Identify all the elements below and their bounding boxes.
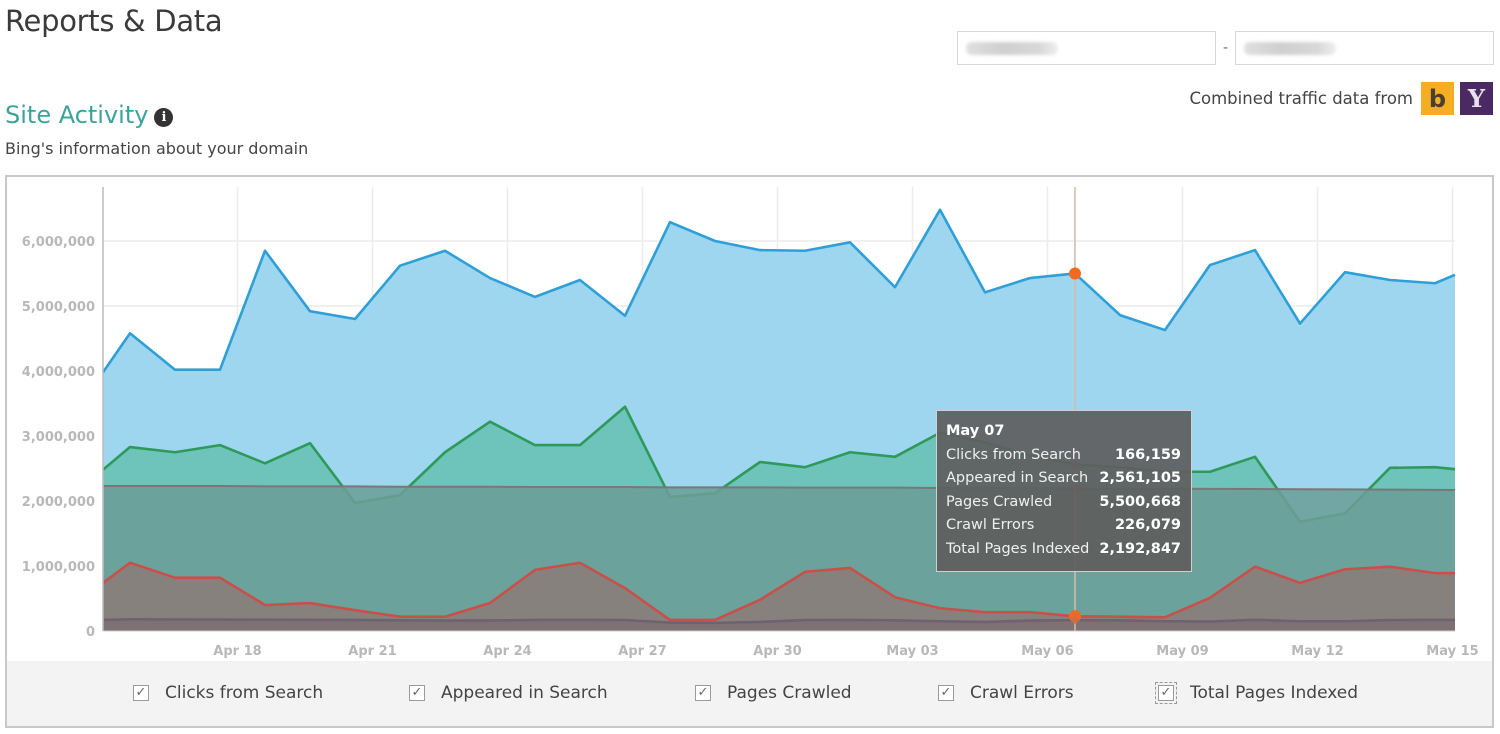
- y-tick-label: 4,000,000: [22, 365, 95, 380]
- legend-clicks-from-search[interactable]: ✓ Clicks from Search: [133, 683, 323, 703]
- x-tick-label: May 03: [886, 644, 938, 659]
- tooltip-value: 5,500,668: [1099, 493, 1181, 510]
- section-title-text: Site Activity: [5, 101, 149, 129]
- tooltip-label: Appeared in Search: [946, 470, 1089, 487]
- section-title: Site Activity i: [5, 101, 174, 129]
- redacted-date-to: [1244, 42, 1336, 55]
- x-tick-label: Apr 18: [213, 644, 261, 659]
- y-tick-label: 2,000,000: [22, 495, 95, 510]
- date-from-input[interactable]: [957, 31, 1216, 65]
- y-tick-label: 1,000,000: [22, 560, 95, 575]
- tooltip-row: Clicks from Search 166,159: [946, 443, 1181, 467]
- tooltip-row: Crawl Errors 226,079: [946, 514, 1181, 538]
- tooltip-label: Pages Crawled: [946, 493, 1053, 510]
- hover-marker: [1071, 616, 1079, 625]
- traffic-source-label: Combined traffic data from: [1189, 89, 1413, 108]
- y-tick-label: 3,000,000: [22, 430, 95, 445]
- site-activity-chart: 0 1,000,000 2,000,000 3,000,000 4,000,000 5,0…: [5, 175, 1494, 728]
- y-tick-label: 6,000,000: [22, 235, 95, 250]
- legend-label: Appeared in Search: [441, 683, 608, 703]
- bing-logo-icon: b: [1421, 82, 1454, 115]
- legend-pages-crawled[interactable]: ✓ Pages Crawled: [695, 683, 852, 703]
- chart-canvas[interactable]: 0 1,000,000 2,000,000 3,000,000 4,000,000 5,0…: [7, 177, 1492, 663]
- x-tick-label: Apr 24: [483, 644, 531, 659]
- date-to-input[interactable]: [1235, 31, 1494, 65]
- tooltip-value: 226,079: [1114, 517, 1181, 534]
- redacted-date-from: [966, 42, 1058, 55]
- legend-appeared-in-search[interactable]: ✓ Appeared in Search: [409, 683, 608, 703]
- checkbox-icon[interactable]: ✓: [695, 685, 711, 701]
- info-icon[interactable]: i: [154, 107, 174, 127]
- legend-label: Pages Crawled: [727, 683, 852, 703]
- legend-label: Crawl Errors: [970, 683, 1074, 703]
- tooltip-value: 2,561,105: [1099, 470, 1181, 487]
- checkbox-icon[interactable]: ✓: [938, 685, 954, 701]
- tooltip-row: Pages Crawled 5,500,668: [946, 490, 1181, 514]
- x-tick-label: May 06: [1021, 644, 1073, 659]
- tooltip-row: Appeared in Search 2,561,105: [946, 467, 1181, 491]
- legend-label: Total Pages Indexed: [1190, 683, 1359, 703]
- tooltip-row: Total Pages Indexed 2,192,847: [946, 537, 1181, 561]
- legend-label: Clicks from Search: [165, 683, 324, 703]
- yahoo-logo-icon: Y: [1460, 82, 1493, 115]
- chart-tooltip: May 07 Clicks from Search 166,159 Appeare…: [936, 410, 1192, 572]
- x-tick-label: Apr 21: [348, 644, 396, 659]
- tooltip-value: 2,192,847: [1099, 540, 1181, 557]
- x-tick-label: Apr 27: [618, 644, 666, 659]
- x-tick-label: May 15: [1426, 644, 1478, 659]
- tooltip-date: May 07: [946, 423, 1005, 439]
- x-tick-label: May 12: [1291, 644, 1343, 659]
- page-title: Reports & Data: [5, 4, 223, 38]
- tooltip-value: 166,159: [1114, 446, 1181, 463]
- date-separator: -: [1222, 40, 1229, 56]
- legend-total-pages-indexed[interactable]: ✓ Total Pages Indexed: [1155, 682, 1359, 704]
- y-tick-label: 0: [86, 625, 95, 640]
- y-tick-label: 5,000,000: [22, 300, 95, 315]
- legend-crawl-errors[interactable]: ✓ Crawl Errors: [938, 683, 1074, 703]
- checkbox-icon[interactable]: ✓: [1155, 682, 1177, 704]
- tooltip-label: Total Pages Indexed: [946, 540, 1090, 557]
- hover-marker: [1069, 267, 1081, 280]
- tooltip-label: Clicks from Search: [946, 446, 1081, 463]
- checkbox-icon[interactable]: ✓: [133, 685, 149, 701]
- x-tick-label: May 09: [1156, 644, 1208, 659]
- tooltip-label: Crawl Errors: [946, 517, 1035, 534]
- x-tick-label: Apr 30: [753, 644, 801, 659]
- traffic-source: Combined traffic data from b Y: [1189, 82, 1493, 115]
- section-subtitle: Bing's information about your domain: [5, 139, 309, 158]
- date-range: -: [957, 31, 1494, 65]
- checkbox-icon[interactable]: ✓: [409, 685, 425, 701]
- chart-legend: ✓ Clicks from Search ✓ Appeared in Searc…: [7, 661, 1492, 726]
